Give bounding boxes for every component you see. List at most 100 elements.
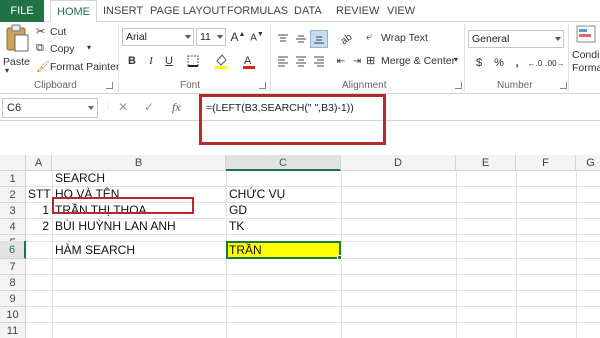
row-header-2[interactable]: 2	[0, 187, 26, 203]
shrink-font-button[interactable]: A▼	[248, 28, 266, 46]
underline-button[interactable]: U	[160, 52, 178, 70]
row-header-3[interactable]: 3	[0, 203, 26, 219]
tab-review[interactable]: REVIEW	[336, 0, 379, 22]
clipboard-launcher-icon[interactable]	[106, 82, 113, 89]
cell-c6-value: TRẦN	[229, 243, 262, 257]
copy-icon: ⧉	[36, 42, 44, 54]
gridline	[516, 171, 517, 338]
column-header-e[interactable]: E	[456, 155, 516, 171]
tab-data[interactable]: DATA	[294, 0, 322, 22]
tab-page-layout[interactable]: PAGE LAYOUT	[150, 0, 226, 22]
clipboard-group-label: Clipboard	[34, 80, 77, 91]
cell-a4[interactable]: 2	[26, 218, 52, 234]
cell-b6[interactable]: HÀM SEARCH	[53, 242, 135, 258]
fill-color-button[interactable]	[212, 52, 230, 70]
align-center-button[interactable]	[292, 52, 310, 70]
orientation-icon: ab	[339, 31, 355, 47]
row-header-4[interactable]: 4	[0, 219, 26, 235]
tab-home[interactable]: HOME	[50, 0, 97, 23]
alignment-launcher-icon[interactable]	[455, 82, 462, 89]
tab-formulas[interactable]: FORMULAS	[227, 0, 288, 22]
align-left-button[interactable]	[274, 52, 292, 70]
cell-a3[interactable]: 1	[26, 202, 52, 218]
chevron-down-icon	[555, 37, 561, 41]
align-middle-icon	[296, 35, 306, 43]
chevron-down-icon	[217, 35, 223, 39]
align-center-icon	[296, 56, 306, 67]
gridline	[26, 322, 600, 323]
select-all-button[interactable]	[0, 155, 26, 171]
font-color-icon: A	[243, 55, 255, 69]
shrink-font-icon: A▼	[250, 30, 264, 44]
number-launcher-icon[interactable]	[560, 82, 567, 89]
ribbon-tabbar: FILE HOME INSERT PAGE LAYOUT FORMULAS DA…	[0, 0, 600, 23]
row-header-1[interactable]: 1	[0, 171, 26, 187]
gridline	[26, 290, 600, 291]
row-header-10[interactable]: 10	[0, 307, 26, 323]
font-size-select[interactable]: 11	[196, 28, 226, 46]
insert-function-button[interactable]: fx	[172, 100, 181, 115]
font-launcher-icon[interactable]	[259, 82, 266, 89]
column-header-g[interactable]: G	[576, 155, 600, 171]
conditional-formatting-button[interactable]: Condi Forma	[572, 24, 600, 76]
gridline	[26, 234, 600, 235]
cell-b4[interactable]: BÙI HUỲNH LAN ANH	[53, 218, 176, 234]
row-header-9[interactable]: 9	[0, 291, 26, 307]
ribbon-home: Paste ▾ ✂ Cut ⧉ Copy ▾ 🖌 Format Painter …	[0, 22, 600, 94]
conditional-formatting-label-1: Condi	[572, 49, 600, 61]
align-right-button[interactable]	[310, 52, 328, 70]
row-header-8[interactable]: 8	[0, 275, 26, 291]
number-group-label: Number	[497, 80, 533, 91]
scissors-icon: ✂	[36, 26, 46, 38]
tab-view[interactable]: VIEW	[387, 0, 415, 22]
svg-text:A: A	[244, 55, 252, 67]
percent-button[interactable]: %	[490, 54, 508, 72]
cell-c3[interactable]: GD	[227, 202, 247, 218]
font-color-button[interactable]: A	[240, 52, 258, 70]
number-format-select[interactable]: General	[468, 30, 564, 48]
copy-dropdown-icon: ▾	[87, 43, 92, 52]
cut-label: Cut	[50, 26, 67, 38]
align-top-button[interactable]	[274, 30, 292, 48]
tab-file[interactable]: FILE	[0, 0, 44, 22]
row-header-7[interactable]: 7	[0, 259, 26, 275]
column-header-f[interactable]: F	[516, 155, 576, 171]
name-box[interactable]: C6	[2, 98, 98, 118]
row-header-6[interactable]: 6	[0, 241, 26, 259]
cancel-button[interactable]: ✕	[118, 100, 128, 114]
active-cell-c6[interactable]: TRẦN	[226, 241, 341, 259]
enter-button[interactable]: ✓	[144, 100, 154, 114]
gridline	[456, 171, 457, 338]
align-bottom-button[interactable]	[310, 30, 328, 48]
column-header-b[interactable]: B	[52, 155, 226, 171]
borders-button[interactable]	[184, 52, 202, 70]
merge-dropdown-icon: ▾	[454, 55, 459, 64]
align-left-icon	[278, 56, 288, 67]
increase-decimal-button[interactable]: ←.0	[526, 54, 544, 72]
bold-button[interactable]: B	[123, 52, 141, 70]
grow-font-button[interactable]: A▲	[229, 28, 247, 46]
cell-b1[interactable]: SEARCH	[53, 170, 105, 186]
orientation-button[interactable]: ab	[338, 30, 356, 48]
decrease-decimal-button[interactable]: .00→	[545, 54, 564, 72]
row-header-11[interactable]: 11	[0, 323, 26, 338]
increase-indent-button[interactable]: ⇥	[348, 52, 366, 70]
column-header-d[interactable]: D	[341, 155, 456, 171]
italic-button[interactable]: I	[142, 52, 160, 70]
comma-button[interactable]: ,	[508, 54, 526, 72]
cell-c4[interactable]: TK	[227, 218, 244, 234]
fill-handle[interactable]	[337, 255, 342, 260]
cell-a2[interactable]: STT	[26, 186, 52, 202]
tab-insert[interactable]: INSERT	[103, 0, 143, 22]
currency-button[interactable]: $	[470, 54, 488, 72]
align-bottom-icon	[314, 36, 324, 44]
column-header-a[interactable]: A	[26, 155, 52, 171]
font-name-select[interactable]: Arial	[122, 28, 194, 46]
align-middle-button[interactable]	[292, 30, 310, 48]
paste-dropdown-icon[interactable]: ▾	[5, 66, 9, 75]
conditional-formatting-label-2: Forma	[572, 62, 600, 74]
ribbon-separator	[464, 24, 465, 92]
cell-c2[interactable]: CHỨC VỤ	[227, 186, 285, 202]
increase-indent-icon: ⇥	[352, 55, 362, 67]
column-header-c[interactable]: C	[226, 155, 341, 171]
